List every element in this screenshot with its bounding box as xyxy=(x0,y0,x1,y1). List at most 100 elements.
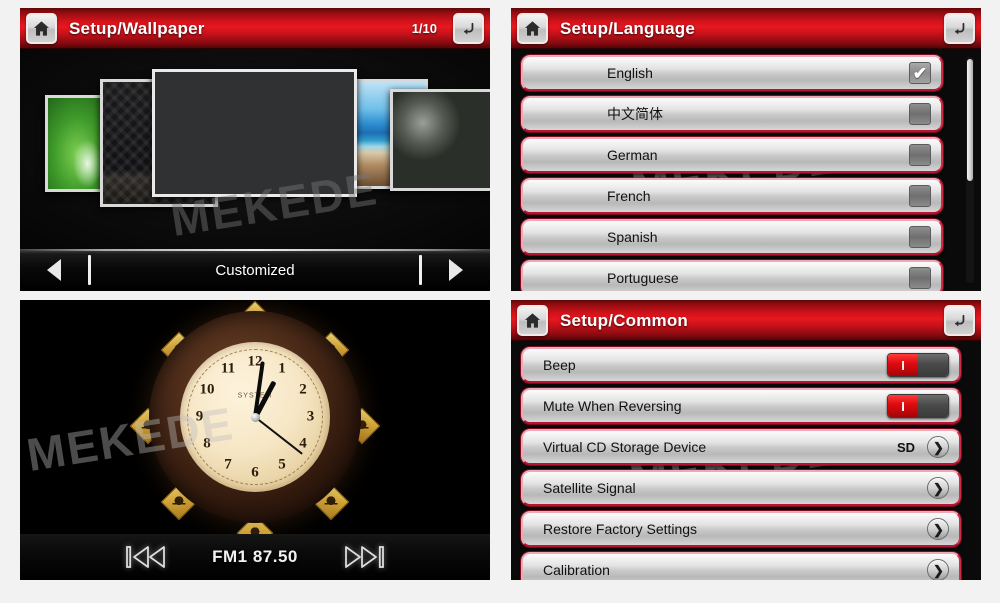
panel-setup-common: Setup/Common MEKEDE Beep I Mute When Rev… xyxy=(511,300,981,580)
home-button[interactable] xyxy=(517,305,548,336)
list-item[interactable]: Mute When Reversing I xyxy=(521,388,961,424)
radio-bar: FM1 87.50 xyxy=(20,534,490,580)
list-item[interactable]: 中文简体 xyxy=(521,96,943,132)
back-button[interactable] xyxy=(944,13,975,44)
checkbox-icon[interactable] xyxy=(909,144,931,166)
language-label: Spanish xyxy=(607,229,658,245)
clock-numeral: 5 xyxy=(278,456,286,473)
chevron-right-icon[interactable]: ❯ xyxy=(927,477,949,499)
screenshot-root: Setup/Wallpaper 1/10 MEKEDE Customized S… xyxy=(0,0,1000,603)
clock-bezel: SYSTEM 12 1 2 3 4 5 6 7 8 9 10 11 xyxy=(149,311,361,523)
setting-label: Satellite Signal xyxy=(543,480,636,496)
language-list: MEKEDE English ✔ 中文简体 German French Span… xyxy=(511,49,981,291)
home-icon xyxy=(524,21,541,36)
language-label: German xyxy=(607,147,658,163)
check-glyph: ✔ xyxy=(912,63,928,83)
home-icon xyxy=(33,21,50,36)
list-item[interactable]: Restore Factory Settings ❯ xyxy=(521,511,961,547)
common-list: MEKEDE Beep I Mute When Reversing I Virt… xyxy=(511,341,981,580)
wallpaper-thumb-selected[interactable] xyxy=(152,69,357,197)
back-button[interactable] xyxy=(453,13,484,44)
chevron-right-icon[interactable]: ❯ xyxy=(927,436,949,458)
clock-numeral: 8 xyxy=(203,435,211,452)
home-button[interactable] xyxy=(26,13,57,44)
language-label: Portuguese xyxy=(607,270,679,286)
setting-label: Restore Factory Settings xyxy=(543,521,698,537)
gears-image xyxy=(393,92,490,188)
checkbox-icon[interactable]: ✔ xyxy=(909,62,931,84)
wallpaper-header: Setup/Wallpaper 1/10 xyxy=(20,8,490,49)
page-title: Setup/Common xyxy=(560,310,689,330)
home-icon xyxy=(524,313,541,328)
setting-label: Beep xyxy=(543,357,576,373)
scrollbar[interactable] xyxy=(966,57,974,283)
clock-numeral: 3 xyxy=(306,408,315,425)
clock-numeral: 1 xyxy=(278,360,286,377)
clock-center-pin xyxy=(250,412,260,422)
toggle-on-segment: I xyxy=(888,354,918,376)
skip-previous-icon xyxy=(126,546,166,568)
back-arrow-icon xyxy=(955,22,965,35)
chevron-right-icon[interactable]: ❯ xyxy=(927,518,949,540)
triangle-right-icon xyxy=(449,259,463,281)
clock-numeral: 6 xyxy=(251,464,259,480)
list-item[interactable]: Calibration ❯ xyxy=(521,552,961,580)
customized-image xyxy=(155,72,354,194)
language-label: English xyxy=(607,65,653,81)
checkbox-icon[interactable] xyxy=(909,103,931,125)
next-station-button[interactable] xyxy=(340,544,386,570)
list-item[interactable]: Satellite Signal ❯ xyxy=(521,470,961,506)
chevron-glyph: ❯ xyxy=(933,480,944,496)
list-item[interactable]: German xyxy=(521,137,943,173)
toggle-switch[interactable]: I xyxy=(887,353,949,377)
scrollbar-thumb[interactable] xyxy=(967,59,973,181)
clock-face: SYSTEM 12 1 2 3 4 5 6 7 8 9 10 11 xyxy=(180,342,330,492)
setting-label: Calibration xyxy=(543,562,610,578)
list-item[interactable]: English ✔ xyxy=(521,55,943,91)
toggle-off-segment xyxy=(918,395,948,417)
back-button[interactable] xyxy=(944,305,975,336)
chevron-glyph: ❯ xyxy=(933,562,944,578)
wallpaper-name-label: Customized xyxy=(215,261,295,279)
wallpaper-prev-button[interactable] xyxy=(20,259,88,281)
home-button[interactable] xyxy=(517,13,548,44)
panel-clock: MEKEDE SYSTEM 12 1 2 3 4 5 6 xyxy=(20,300,490,580)
back-arrow-icon xyxy=(464,22,474,35)
radio-station-label: FM1 87.50 xyxy=(212,547,298,566)
chevron-glyph: ❯ xyxy=(933,439,944,455)
list-item[interactable]: Portuguese xyxy=(521,260,943,291)
language-header: Setup/Language xyxy=(511,8,981,49)
checkbox-icon[interactable] xyxy=(909,267,931,289)
panel-setup-wallpaper: Setup/Wallpaper 1/10 MEKEDE Customized xyxy=(20,8,490,291)
skip-next-icon xyxy=(344,546,384,568)
language-label: French xyxy=(607,188,651,204)
clock-numeral: 11 xyxy=(220,360,236,377)
language-label: 中文简体 xyxy=(607,106,663,122)
chevron-glyph: ❯ xyxy=(933,521,944,537)
setting-value: SD xyxy=(896,439,915,455)
toggle-switch[interactable]: I xyxy=(887,394,949,418)
list-item[interactable]: French xyxy=(521,178,943,214)
page-title: Setup/Language xyxy=(560,18,696,38)
list-item[interactable]: Spanish xyxy=(521,219,943,255)
previous-station-button[interactable] xyxy=(124,544,170,570)
page-indicator: 1/10 xyxy=(411,21,437,36)
list-item[interactable]: Virtual CD Storage Device SD ❯ xyxy=(521,429,961,465)
triangle-left-icon xyxy=(47,259,61,281)
toggle-on-segment: I xyxy=(888,395,918,417)
checkbox-icon[interactable] xyxy=(909,185,931,207)
clock-numeral: 10 xyxy=(199,381,215,398)
common-header: Setup/Common xyxy=(511,300,981,341)
list-item[interactable]: Beep I xyxy=(521,347,961,383)
page-title: Setup/Wallpaper xyxy=(69,18,205,38)
checkbox-icon[interactable] xyxy=(909,226,931,248)
back-arrow-icon xyxy=(955,314,965,327)
setting-label: Virtual CD Storage Device xyxy=(543,439,707,455)
panel-setup-language: Setup/Language MEKEDE English ✔ 中文简体 Ger… xyxy=(511,8,981,291)
clock-numeral: 9 xyxy=(195,408,204,425)
wallpaper-thumb-gears[interactable] xyxy=(390,89,490,191)
wallpaper-carousel[interactable]: MEKEDE xyxy=(20,49,490,249)
chevron-right-icon[interactable]: ❯ xyxy=(927,559,949,580)
wallpaper-next-button[interactable] xyxy=(422,259,490,281)
analog-clock: MEKEDE SYSTEM 12 1 2 3 4 5 6 xyxy=(20,300,490,552)
